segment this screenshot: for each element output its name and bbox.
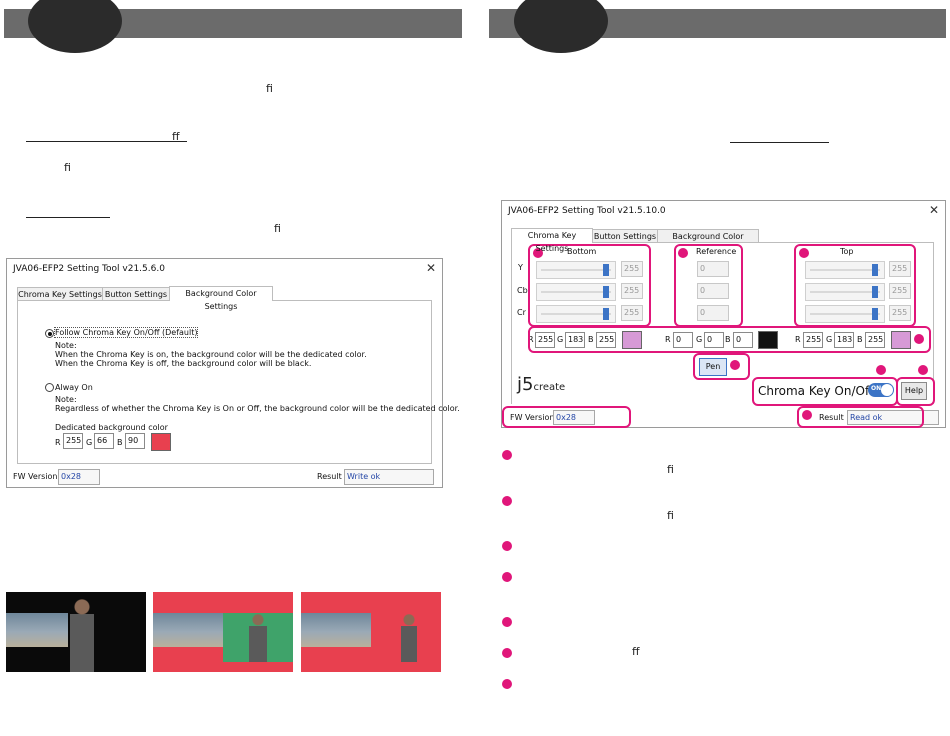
underline (730, 142, 829, 143)
b-input[interactable]: 90 (125, 433, 145, 449)
row-label-cb: Cb (517, 286, 528, 295)
left-settings-window: JVA06-EFP2 Setting Tool v21.5.6.0 ✕ Chro… (6, 258, 460, 488)
underline (26, 217, 110, 218)
radio-follow-chroma-key[interactable] (45, 329, 54, 338)
g-label: G (86, 438, 93, 447)
callout-marker (678, 248, 688, 258)
photo-office-strip (6, 613, 68, 647)
callout-fw-version (502, 406, 631, 428)
example-photo-red-background (301, 592, 441, 672)
right-header-bar (489, 0, 946, 53)
callout-top-group (794, 244, 916, 327)
callout-marker (799, 248, 809, 258)
right-header-circle (514, 0, 608, 53)
callout-marker (730, 360, 740, 370)
ligature-fi: fi (667, 463, 674, 476)
fw-version-label: FW Version : (13, 472, 63, 481)
option-always-label[interactable]: Alway On (55, 383, 93, 392)
bullet (502, 572, 512, 582)
example-photo-black-background (6, 592, 146, 672)
result-field: Write ok (344, 469, 434, 485)
r-label: R (55, 438, 61, 447)
window-title: JVA06-EFP2 Setting Tool v21.5.10.0 (508, 206, 666, 216)
r-input[interactable]: 255 (63, 433, 83, 449)
option-always-note: Note: (55, 395, 77, 404)
row-label-cr: Cr (517, 308, 526, 317)
bullet (502, 617, 512, 627)
callout-chroma-toggle (752, 377, 898, 406)
callout-marker (914, 334, 924, 344)
callout-help (896, 377, 935, 406)
underline (26, 141, 187, 142)
dedicated-color-label: Dedicated background color (55, 423, 168, 432)
row-label-y: Y (518, 263, 523, 272)
bullet (502, 679, 512, 689)
bullet (502, 496, 512, 506)
tab-background-color-settings[interactable]: Background Color Settings (657, 229, 759, 254)
logo-sub: create (533, 382, 566, 393)
ligature-fi: fi (274, 222, 281, 235)
callout-pen (693, 353, 750, 380)
photo-presenter (249, 614, 267, 662)
tab-button-settings[interactable]: Button Settings (592, 229, 658, 243)
callout-marker (918, 365, 928, 375)
ligature-fi: fi (667, 509, 674, 522)
tab-background-color-settings[interactable]: Background Color Settings (169, 286, 273, 311)
b-label: B (117, 438, 123, 447)
bullet (502, 648, 512, 658)
example-photo-green-screen (153, 592, 293, 672)
photo-office-strip (301, 613, 371, 647)
ligature-ff: ff (632, 645, 640, 658)
ligature-fi: fi (64, 161, 71, 174)
left-header-bar (4, 0, 462, 53)
option-follow-line1: When the Chroma Key is on, the backgroun… (55, 350, 367, 359)
callout-rgb-row (528, 326, 931, 353)
bullet (502, 541, 512, 551)
close-icon[interactable]: ✕ (929, 203, 939, 217)
bullet (502, 450, 512, 460)
option-follow-note: Note: (55, 341, 77, 350)
dedicated-color-swatch[interactable] (151, 433, 171, 451)
g-input[interactable]: 66 (94, 433, 114, 449)
option-always-line1: Regardless of whether the Chroma Key is … (55, 404, 460, 413)
photo-presenter (70, 598, 94, 672)
fw-version-field: 0x28 (58, 469, 100, 485)
callout-marker (876, 365, 886, 375)
ligature-ff: ff (172, 130, 180, 143)
callout-result (797, 406, 924, 428)
result-label: Result : (317, 472, 347, 481)
option-follow-label[interactable]: Follow Chroma Key On/Off (Default) (53, 327, 199, 338)
callout-marker (802, 410, 812, 420)
photo-office-strip (153, 613, 223, 647)
left-header-circle (28, 0, 122, 53)
option-follow-line2: When the Chroma Key is off, the backgrou… (55, 359, 312, 368)
j5create-logo: j5create (517, 374, 565, 395)
tab-chroma-key-settings[interactable]: Chroma Key Settings (17, 287, 103, 301)
photo-presenter (401, 614, 417, 662)
callout-bottom-group (528, 244, 651, 327)
tab-chroma-key-settings[interactable]: Chroma Key Settings (511, 228, 593, 253)
close-icon[interactable]: ✕ (426, 261, 436, 275)
tab-button-settings[interactable]: Button Settings (102, 287, 170, 301)
radio-always-on[interactable] (45, 383, 54, 392)
window-title: JVA06-EFP2 Setting Tool v21.5.6.0 (13, 264, 165, 274)
ligature-fi: fi (266, 82, 273, 95)
logo-main: j5 (517, 374, 534, 395)
